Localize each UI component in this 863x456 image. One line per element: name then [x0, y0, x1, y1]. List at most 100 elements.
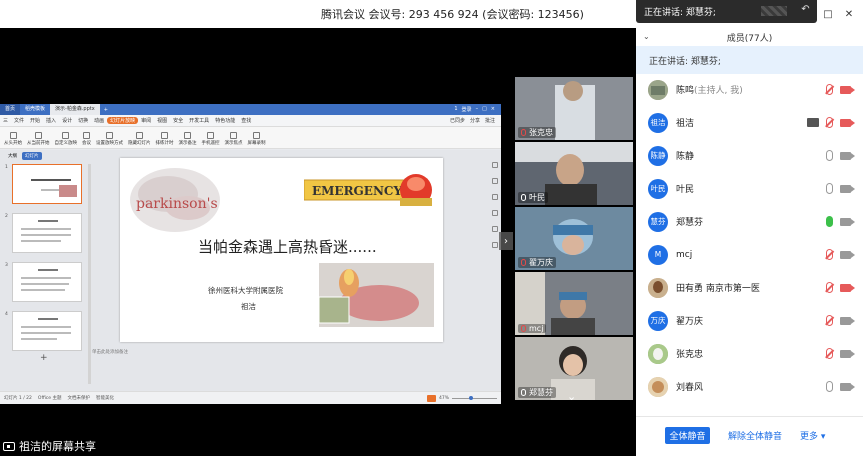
menu-hamburger-icon[interactable]: 三 [0, 117, 11, 124]
member-row[interactable]: 叶民 叶民 [636, 172, 863, 205]
share-button[interactable]: 分享 [470, 117, 480, 124]
mic-muted-icon[interactable] [826, 282, 833, 293]
mic-icon[interactable] [826, 183, 833, 194]
camera-icon[interactable] [840, 151, 855, 160]
camera-icon[interactable] [840, 217, 855, 226]
scroll-down-chevron-icon[interactable]: ⌄ [567, 390, 576, 403]
mic-icon[interactable] [826, 150, 833, 161]
video-tile[interactable]: 叶民 [515, 142, 633, 205]
slide-thumbnail[interactable]: 3 [5, 262, 82, 302]
sync-status[interactable]: 已同步 [450, 117, 465, 124]
ribbon-screen-record[interactable]: 屏幕录制 [248, 132, 266, 146]
member-row[interactable]: 刘春风 [636, 370, 863, 403]
member-row[interactable]: M mcj [636, 238, 863, 271]
play-slideshow-icon[interactable] [426, 394, 436, 402]
camera-icon[interactable] [840, 184, 855, 193]
member-row[interactable]: 祖洁 祖洁 [636, 106, 863, 139]
ribbon-hide-slide[interactable]: 隐藏幻灯片 [128, 132, 151, 146]
member-row[interactable]: 田有勇 南京市第一医 [636, 271, 863, 304]
wps-login-link[interactable]: 登录 [462, 106, 472, 113]
menu-file[interactable]: 文件 [11, 117, 27, 124]
menu-animation[interactable]: 动画 [91, 117, 107, 124]
maximize-icon[interactable]: □ [482, 106, 487, 113]
tool-icon[interactable] [492, 226, 498, 232]
camera-icon[interactable] [840, 250, 855, 259]
protect-status[interactable]: 文档未保护 [67, 395, 90, 401]
menu-insert[interactable]: 插入 [43, 117, 59, 124]
camera-icon[interactable] [840, 382, 855, 391]
tab-outline[interactable]: 大纲 [5, 152, 20, 160]
maximize-icon[interactable]: □ [822, 8, 834, 20]
ribbon-presenter-notes[interactable]: 演示备注 [179, 132, 197, 146]
wps-tab-document[interactable]: 演示-帕金森.pptx [50, 104, 100, 115]
minimize-icon[interactable]: – [476, 106, 479, 113]
slide-thumbnail[interactable]: 4 [5, 311, 82, 351]
camera-off-icon[interactable] [840, 283, 855, 292]
ribbon-meeting[interactable]: 会议 [82, 132, 91, 146]
current-slide[interactable]: parkinson's EMERGENCY 当帕金森遇上高热昏迷...... 徐… [120, 158, 443, 342]
ribbon-play-from-start[interactable]: 从头开始 [4, 132, 22, 146]
ribbon-rehearse[interactable]: 排练计时 [156, 132, 174, 146]
menu-transition[interactable]: 切换 [75, 117, 91, 124]
thumbnail-scrollbar[interactable] [88, 164, 91, 384]
comment-button[interactable]: 批注 [485, 117, 495, 124]
menu-start[interactable]: 开始 [27, 117, 43, 124]
ribbon-focus[interactable]: 演示焦点 [225, 132, 243, 146]
tool-icon[interactable] [492, 210, 498, 216]
video-tile[interactable]: 翟万庆 [515, 207, 633, 270]
member-row[interactable]: 张克忠 [636, 337, 863, 370]
tool-icon[interactable] [492, 178, 498, 184]
menu-special[interactable]: 特色功能 [212, 117, 238, 124]
return-icon[interactable]: ↶ [798, 4, 813, 19]
mic-speaking-icon[interactable] [826, 216, 833, 227]
mic-muted-icon[interactable] [826, 84, 833, 95]
unmute-all-button[interactable]: 解除全体静音 [728, 427, 782, 444]
mic-muted-icon[interactable] [826, 315, 833, 326]
member-row[interactable]: 万庆 翟万庆 [636, 304, 863, 337]
video-tile[interactable]: 张克忠 [515, 77, 633, 140]
mute-all-button[interactable]: 全体静音 [665, 427, 710, 444]
collapse-video-arrow-icon[interactable]: › [499, 232, 513, 250]
ribbon-phone-remote[interactable]: 手机遥控 [202, 132, 220, 146]
members-header[interactable]: ⌄ 成员(77人) [636, 28, 863, 46]
camera-icon[interactable] [840, 316, 855, 325]
zoom-slider[interactable] [452, 395, 497, 400]
member-row[interactable]: 陈静 陈静 [636, 139, 863, 172]
video-tile[interactable]: mcj [515, 272, 633, 335]
tab-slides[interactable]: 幻灯片 [22, 152, 42, 160]
camera-off-icon[interactable] [840, 118, 855, 127]
camera-off-icon[interactable] [840, 85, 855, 94]
close-icon[interactable]: ✕ [843, 8, 855, 20]
member-row[interactable]: 陈鸣(主持人, 我) [636, 73, 863, 106]
mic-icon[interactable] [826, 381, 833, 392]
mic-muted-icon[interactable] [826, 249, 833, 260]
menu-slideshow[interactable]: 幻灯片放映 [107, 117, 139, 124]
more-button[interactable]: 更多 ▾ [800, 427, 825, 444]
menu-developer[interactable]: 开发工具 [186, 117, 212, 124]
ribbon-play-current[interactable]: 从当前开始 [27, 132, 50, 146]
mic-muted-icon[interactable] [826, 117, 833, 128]
new-tab-icon[interactable]: + [100, 107, 112, 113]
menu-security[interactable]: 安全 [170, 117, 186, 124]
add-slide-icon[interactable]: + [40, 353, 48, 363]
notes-placeholder[interactable]: 单击此处添加备注 [92, 349, 128, 355]
mic-muted-icon[interactable] [826, 348, 833, 359]
member-row[interactable]: 慧芬 郑慧芬 [636, 205, 863, 238]
camera-icon[interactable] [840, 349, 855, 358]
menu-review[interactable]: 审阅 [138, 117, 154, 124]
tool-icon[interactable] [492, 194, 498, 200]
slide-thumbnail[interactable]: 1 [5, 164, 82, 204]
menu-view[interactable]: 视图 [154, 117, 170, 124]
tool-icon[interactable] [492, 242, 498, 248]
menu-design[interactable]: 设计 [59, 117, 75, 124]
ribbon-custom-show[interactable]: 自定义放映 [55, 132, 77, 146]
slide-thumbnail[interactable]: 2 [5, 213, 82, 253]
wps-tab-docer[interactable]: 稻壳模板 [20, 104, 50, 115]
tool-icon[interactable] [492, 162, 498, 168]
wps-tab-home[interactable]: 首页 [0, 104, 21, 115]
ribbon-show-settings[interactable]: 设置放映方式 [96, 132, 123, 146]
menu-search[interactable]: 查找 [238, 117, 254, 124]
smart-beautify[interactable]: 智能美化 [96, 395, 114, 401]
chevron-down-icon[interactable]: ⌄ [643, 32, 650, 41]
close-icon[interactable]: × [491, 106, 495, 113]
